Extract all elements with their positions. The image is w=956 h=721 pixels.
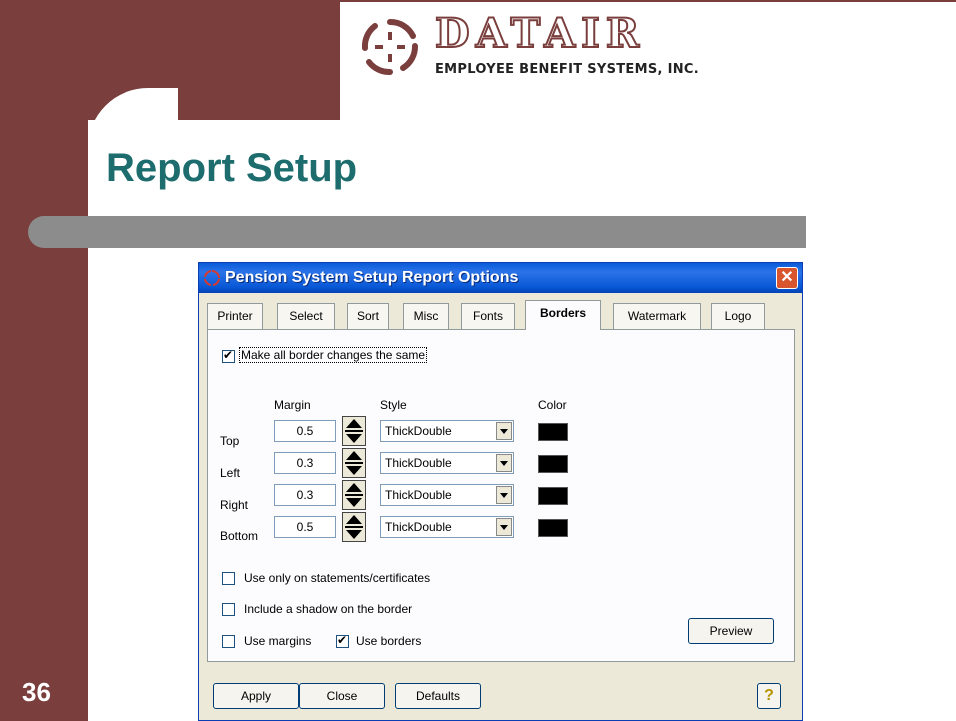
margin-left-spinner[interactable]: [342, 448, 366, 478]
use-borders-checkbox[interactable]: [336, 633, 349, 648]
dialog-titlebar[interactable]: Pension System Setup Report Options ✕: [199, 263, 802, 293]
tab-printer[interactable]: Printer: [207, 303, 263, 329]
margin-top-spinner[interactable]: [342, 416, 366, 446]
company-logo: DATAIR EMPLOYEE BENEFIT SYSTEMS, INC.: [357, 9, 717, 85]
tab-fonts[interactable]: Fonts: [461, 303, 515, 329]
report-options-dialog: Pension System Setup Report Options ✕ Pr…: [198, 262, 803, 721]
chevron-down-icon[interactable]: [496, 454, 512, 472]
style-right-value: ThickDouble: [385, 488, 452, 502]
slide-top-rule: [340, 0, 956, 2]
preview-button[interactable]: Preview: [688, 618, 774, 644]
margin-bottom-input[interactable]: 0.5: [274, 516, 336, 538]
color-right-swatch[interactable]: [538, 487, 568, 505]
make-same-label: Make all border changes the same: [238, 347, 428, 363]
margin-top-input[interactable]: 0.5: [274, 420, 336, 442]
row-label-top: Top: [220, 434, 240, 448]
close-icon[interactable]: ✕: [776, 267, 798, 289]
row-label-left: Left: [220, 466, 241, 480]
close-button[interactable]: Close: [299, 683, 385, 709]
app-icon: [204, 270, 220, 286]
logo-mark-icon: [361, 19, 418, 75]
borders-panel: Make all border changes the same Margin …: [207, 329, 795, 662]
style-bottom-select[interactable]: ThickDouble: [380, 516, 514, 538]
color-bottom-swatch[interactable]: [538, 519, 568, 537]
margin-bottom-spinner[interactable]: [342, 512, 366, 542]
row-label-right: Right: [220, 498, 249, 512]
use-borders-label: Use borders: [356, 634, 422, 648]
slide-title: Report Setup: [106, 146, 358, 190]
slide-number: 36: [22, 677, 51, 707]
help-icon[interactable]: ?: [757, 683, 781, 709]
row-label-bottom: Bottom: [220, 529, 259, 543]
style-top-select[interactable]: ThickDouble: [380, 420, 514, 442]
apply-button[interactable]: Apply: [213, 683, 299, 709]
defaults-button[interactable]: Defaults: [395, 683, 481, 709]
margin-right-input[interactable]: 0.3: [274, 484, 336, 506]
color-top-swatch[interactable]: [538, 423, 568, 441]
tab-borders[interactable]: Borders: [525, 300, 601, 330]
use-margins-checkbox[interactable]: [222, 635, 235, 648]
margin-right-spinner[interactable]: [342, 480, 366, 510]
style-bottom-value: ThickDouble: [385, 520, 452, 534]
style-left-select[interactable]: ThickDouble: [380, 452, 514, 474]
shadow-checkbox[interactable]: [222, 603, 235, 616]
color-header: Color: [538, 398, 567, 412]
color-left-swatch[interactable]: [538, 455, 568, 473]
logo-wordmark: DATAIR: [434, 9, 646, 58]
logo-tagline: EMPLOYEE BENEFIT SYSTEMS, INC.: [435, 62, 699, 77]
tab-logo[interactable]: Logo: [711, 303, 765, 329]
statements-only-label: Use only on statements/certificates: [244, 571, 431, 585]
slide-divider-bar: [28, 216, 806, 248]
slide-left-band: [0, 0, 88, 721]
chevron-down-icon[interactable]: [496, 518, 512, 536]
chevron-down-icon[interactable]: [496, 486, 512, 504]
margin-left-input[interactable]: 0.3: [274, 452, 336, 474]
shadow-label: Include a shadow on the border: [244, 602, 413, 616]
statements-only-checkbox[interactable]: [222, 572, 235, 585]
chevron-down-icon[interactable]: [496, 422, 512, 440]
style-right-select[interactable]: ThickDouble: [380, 484, 514, 506]
margin-header: Margin: [274, 398, 311, 412]
style-header: Style: [380, 398, 407, 412]
dialog-title: Pension System Setup Report Options: [225, 269, 519, 286]
tab-select[interactable]: Select: [277, 303, 335, 329]
tab-sort[interactable]: Sort: [347, 303, 389, 329]
tab-watermark[interactable]: Watermark: [613, 303, 701, 329]
tab-misc[interactable]: Misc: [403, 303, 449, 329]
use-margins-label: Use margins: [244, 634, 312, 648]
make-same-checkbox[interactable]: [222, 348, 235, 363]
style-left-value: ThickDouble: [385, 456, 452, 470]
style-top-value: ThickDouble: [385, 424, 452, 438]
